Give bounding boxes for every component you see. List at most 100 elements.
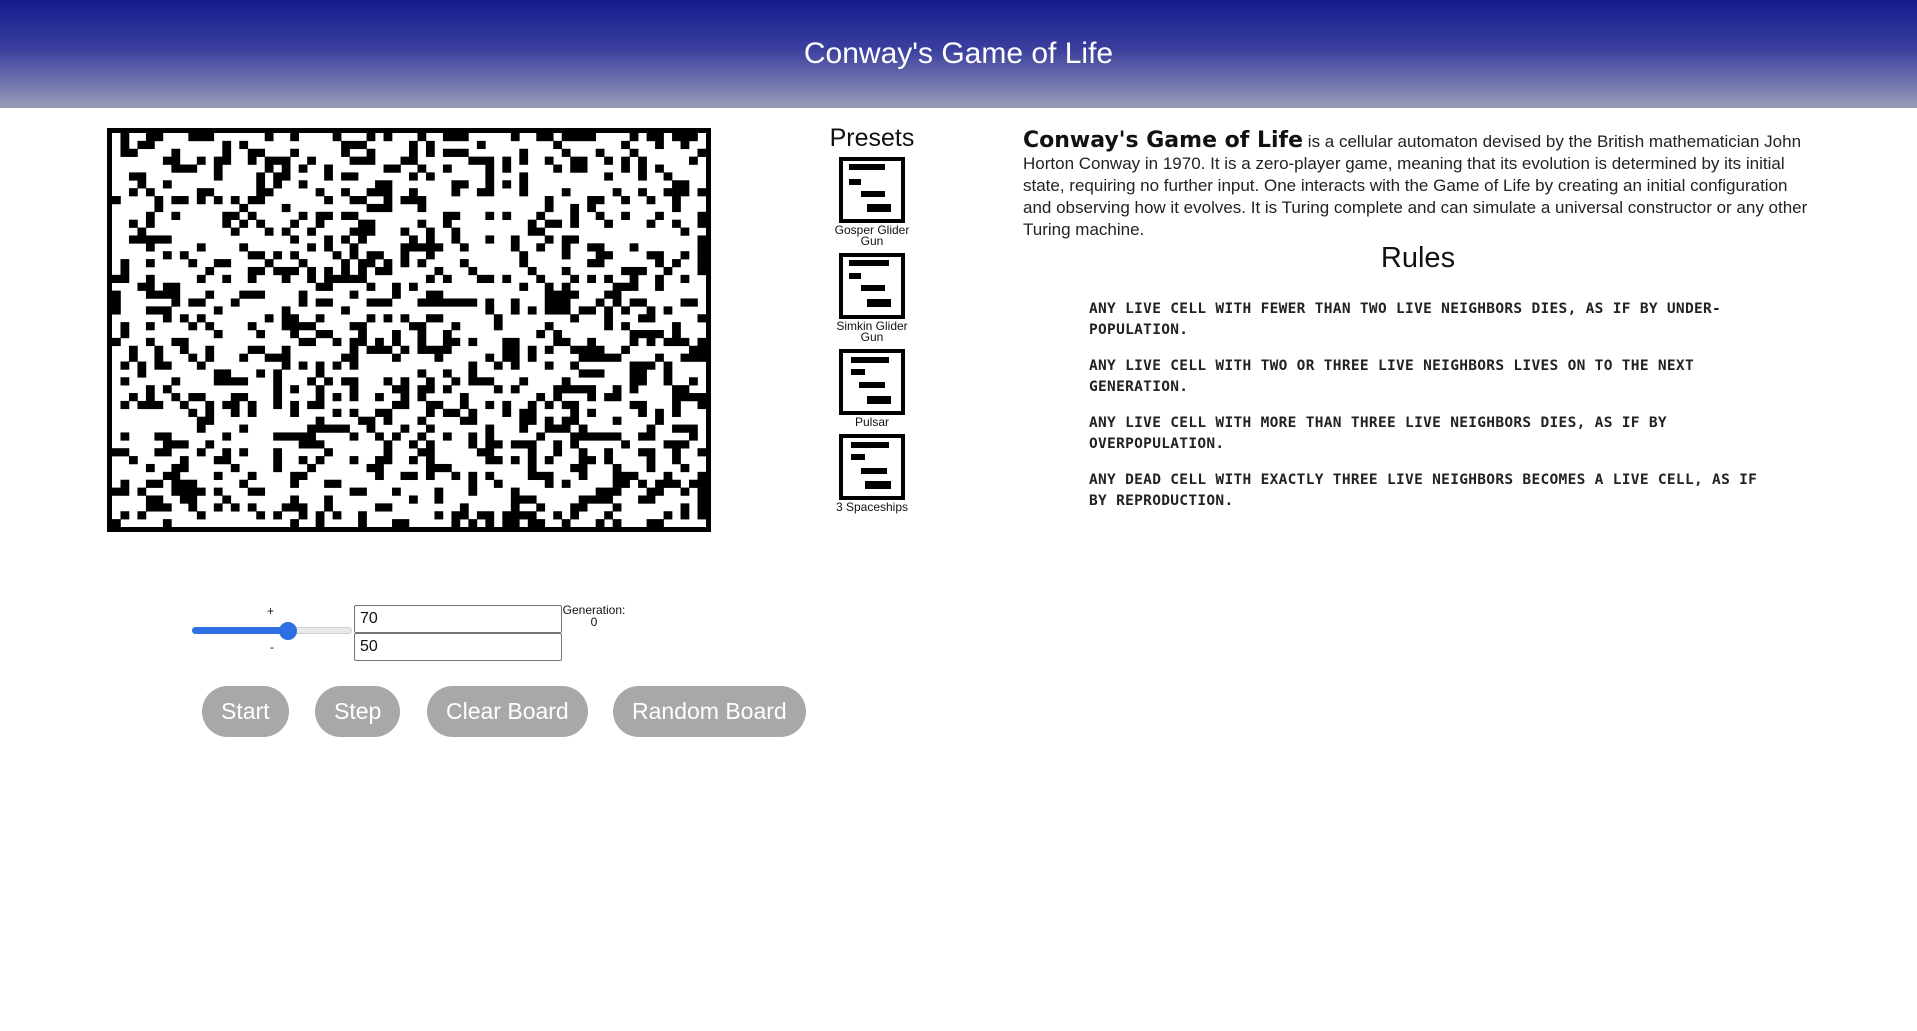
live-cell[interactable] — [400, 519, 410, 527]
live-cell[interactable] — [247, 487, 257, 496]
live-cell[interactable] — [595, 495, 605, 504]
live-cell[interactable] — [570, 156, 580, 165]
live-cell[interactable] — [112, 519, 121, 527]
live-cell[interactable] — [145, 290, 155, 299]
live-cell[interactable] — [570, 440, 580, 449]
live-cell[interactable] — [349, 408, 359, 417]
live-cell[interactable] — [493, 440, 503, 449]
live-cell[interactable] — [417, 448, 427, 457]
live-cell[interactable] — [621, 345, 630, 354]
live-cell[interactable] — [307, 440, 316, 449]
live-cell[interactable] — [621, 266, 630, 276]
live-cell[interactable] — [324, 448, 333, 457]
live-cell[interactable] — [205, 345, 215, 354]
live-cell[interactable] — [375, 503, 384, 512]
live-cell[interactable] — [358, 330, 367, 339]
live-cell[interactable] — [510, 298, 520, 307]
live-cell[interactable] — [451, 408, 461, 417]
live-cell[interactable] — [697, 337, 706, 347]
live-cell[interactable] — [281, 503, 291, 512]
live-cell[interactable] — [519, 282, 529, 291]
live-cell[interactable] — [451, 148, 461, 157]
live-cell[interactable] — [179, 314, 189, 323]
live-cell[interactable] — [587, 456, 596, 465]
live-cell[interactable] — [587, 274, 596, 284]
live-cell[interactable] — [570, 164, 580, 173]
live-cell[interactable] — [332, 274, 342, 284]
live-cell[interactable] — [451, 188, 461, 197]
live-cell[interactable] — [222, 219, 232, 228]
live-cell[interactable] — [697, 219, 706, 228]
live-cell[interactable] — [587, 196, 596, 205]
live-cell[interactable] — [120, 322, 130, 331]
live-cell[interactable] — [230, 393, 240, 402]
live-cell[interactable] — [442, 164, 452, 173]
live-cell[interactable] — [392, 330, 401, 339]
live-cell[interactable] — [638, 377, 647, 386]
live-cell[interactable] — [570, 416, 580, 425]
live-cell[interactable] — [578, 448, 588, 457]
live-cell[interactable] — [680, 140, 690, 150]
live-cell[interactable] — [612, 416, 622, 425]
live-cell[interactable] — [655, 416, 664, 425]
live-cell[interactable] — [527, 463, 537, 473]
live-cell[interactable] — [655, 211, 664, 220]
live-cell[interactable] — [519, 440, 529, 449]
live-cell[interactable] — [273, 448, 283, 457]
live-cell[interactable] — [145, 274, 155, 284]
live-cell[interactable] — [247, 156, 257, 165]
live-cell[interactable] — [417, 369, 427, 378]
live-cell[interactable] — [697, 251, 706, 260]
live-cell[interactable] — [689, 345, 698, 354]
live-cell[interactable] — [527, 440, 537, 449]
live-cell[interactable] — [561, 298, 571, 307]
live-cell[interactable] — [230, 503, 240, 512]
live-cell[interactable] — [663, 266, 673, 276]
live-cell[interactable] — [281, 314, 291, 323]
live-cell[interactable] — [256, 196, 266, 205]
live-cell[interactable] — [655, 282, 664, 291]
live-cell[interactable] — [137, 361, 147, 370]
live-cell[interactable] — [230, 298, 240, 307]
live-cell[interactable] — [604, 274, 613, 284]
live-cell[interactable] — [485, 471, 495, 481]
live-cell[interactable] — [638, 156, 647, 165]
live-cell[interactable] — [612, 353, 622, 362]
live-cell[interactable] — [137, 487, 147, 496]
live-cell[interactable] — [179, 196, 189, 205]
live-cell[interactable] — [349, 243, 359, 252]
live-cell[interactable] — [646, 432, 656, 441]
live-cell[interactable] — [561, 251, 571, 260]
live-cell[interactable] — [315, 282, 325, 291]
live-cell[interactable] — [510, 440, 520, 449]
live-cell[interactable] — [222, 377, 232, 386]
live-cell[interactable] — [315, 188, 325, 197]
live-cell[interactable] — [612, 479, 622, 488]
live-cell[interactable] — [578, 495, 588, 504]
live-cell[interactable] — [417, 243, 427, 252]
live-cell[interactable] — [239, 377, 249, 386]
live-cell[interactable] — [112, 448, 121, 457]
live-cell[interactable] — [519, 251, 529, 260]
live-cell[interactable] — [392, 432, 401, 441]
live-cell[interactable] — [425, 400, 435, 410]
live-cell[interactable] — [629, 133, 639, 142]
live-cell[interactable] — [264, 353, 274, 362]
live-cell[interactable] — [375, 203, 384, 213]
live-cell[interactable] — [366, 298, 376, 307]
live-cell[interactable] — [307, 463, 316, 473]
live-cell[interactable] — [697, 259, 706, 268]
board-grid[interactable] — [112, 133, 706, 527]
live-cell[interactable] — [697, 243, 706, 252]
live-cell[interactable] — [527, 219, 537, 228]
live-cell[interactable] — [680, 133, 690, 142]
live-cell[interactable] — [629, 148, 639, 157]
live-cell[interactable] — [375, 471, 384, 481]
live-cell[interactable] — [570, 133, 580, 142]
live-cell[interactable] — [536, 503, 546, 512]
live-cell[interactable] — [646, 519, 656, 527]
live-cell[interactable] — [672, 393, 681, 402]
live-cell[interactable] — [638, 298, 647, 307]
live-cell[interactable] — [162, 156, 172, 165]
live-cell[interactable] — [468, 519, 478, 527]
